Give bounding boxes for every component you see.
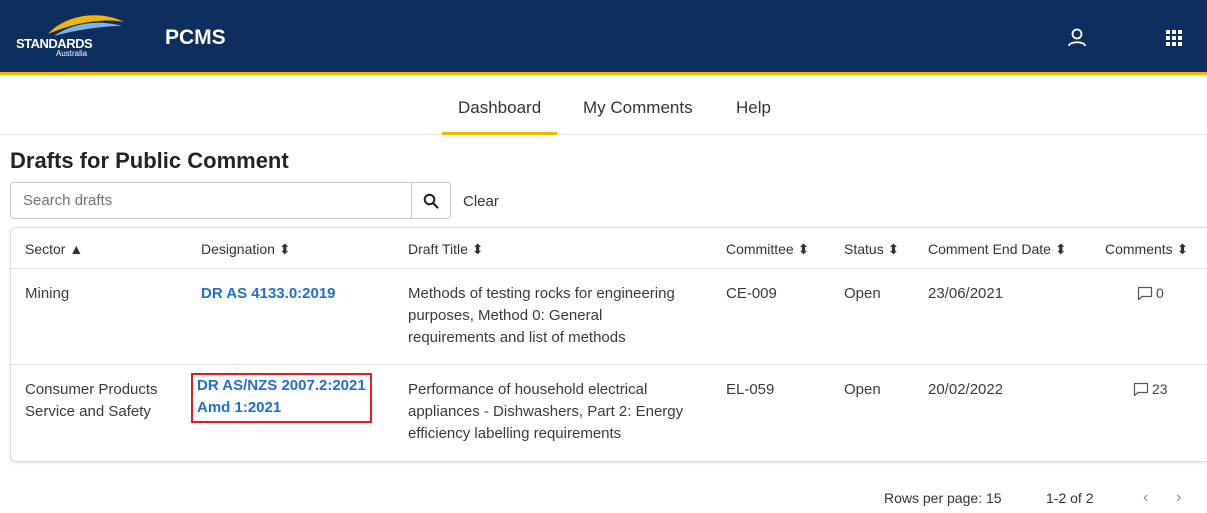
search-input[interactable]: [11, 183, 411, 218]
search-box: [10, 182, 451, 219]
tab-my-comments[interactable]: My Comments: [583, 98, 693, 118]
main-nav: Dashboard My Comments Help: [0, 78, 1207, 135]
app-title: PCMS: [165, 26, 226, 49]
cell-comment-end-date: 20/02/2022: [928, 381, 1004, 398]
table-row: Mining DR AS 4133.0:2019 Methods of test…: [11, 269, 1207, 365]
comments-count-button[interactable]: 0: [1137, 285, 1164, 301]
column-header-designation[interactable]: Designation ⬍: [201, 241, 291, 258]
designation-link[interactable]: DR AS/NZS 2007.2:2021 Amd 1:2021: [191, 373, 372, 423]
cell-status: Open: [844, 285, 881, 302]
cell-sector: Mining: [25, 285, 70, 302]
search-button[interactable]: [411, 183, 450, 218]
designation-link[interactable]: DR AS 4133.0:2019: [201, 283, 336, 305]
cell-sector: Consumer Products Service and Safety: [25, 381, 158, 420]
user-icon[interactable]: [1066, 27, 1088, 49]
column-header-status[interactable]: Status ⬍: [844, 241, 899, 258]
column-header-sector[interactable]: Sector ▲: [25, 241, 83, 257]
header-accent-line: [0, 72, 1207, 75]
comment-bubble-icon: [1137, 286, 1153, 300]
cell-committee: EL-059: [726, 381, 775, 398]
drafts-table: Sector ▲ Designation ⬍ Draft Title ⬍ Com…: [10, 227, 1207, 462]
column-header-comments[interactable]: Comments ⬍: [1105, 241, 1188, 258]
table-header: Sector ▲ Designation ⬍ Draft Title ⬍ Com…: [11, 228, 1207, 269]
column-header-committee[interactable]: Committee ⬍: [726, 241, 809, 258]
cell-committee: CE-009: [726, 285, 777, 302]
next-page-button[interactable]: ›: [1176, 489, 1181, 507]
cell-status: Open: [844, 381, 881, 398]
comment-bubble-icon: [1133, 382, 1149, 396]
column-header-comment-end-date[interactable]: Comment End Date ⬍: [928, 241, 1067, 258]
search-icon: [423, 193, 439, 209]
apps-grid-icon[interactable]: [1165, 29, 1183, 47]
pagination-range: 1-2 of 2: [1046, 490, 1094, 506]
rows-per-page-select[interactable]: Rows per page: 15: [884, 490, 1002, 506]
table-row: Consumer Products Service and Safety DR …: [11, 365, 1207, 461]
cell-comment-end-date: 23/06/2021: [928, 285, 1004, 302]
tab-dashboard[interactable]: Dashboard: [441, 98, 558, 135]
page-title: Drafts for Public Comment: [10, 148, 289, 173]
comments-count-button[interactable]: 23: [1133, 381, 1168, 397]
previous-page-button[interactable]: ‹: [1143, 489, 1148, 507]
tab-help[interactable]: Help: [736, 98, 771, 118]
logo-text-australia: Australia: [56, 49, 88, 58]
clear-search-button[interactable]: Clear: [463, 193, 499, 210]
cell-draft-title: Methods of testing rocks for engineering…: [408, 285, 675, 346]
standards-australia-logo[interactable]: STANDARDS Australia: [16, 12, 144, 64]
column-header-draft-title[interactable]: Draft Title ⬍: [408, 241, 484, 258]
cell-draft-title: Performance of household electrical appl…: [408, 381, 684, 442]
top-bar: STANDARDS Australia PCMS: [0, 0, 1207, 75]
